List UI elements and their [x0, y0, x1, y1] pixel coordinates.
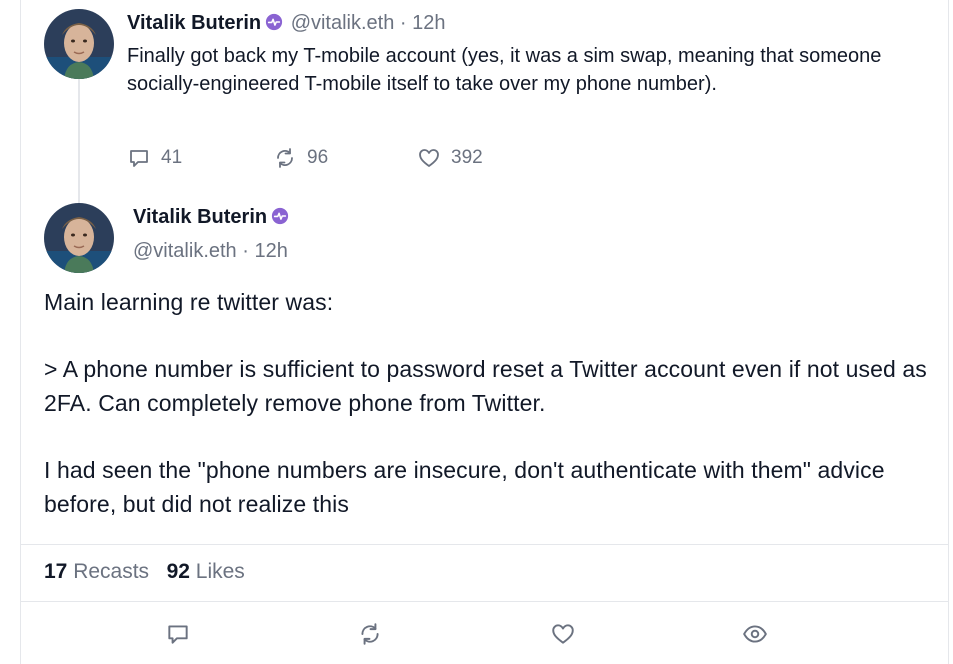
cast-stats: 17 Recasts 92 Likes: [44, 560, 245, 584]
eye-icon: [743, 625, 767, 643]
cast-paragraph: I had seen the "phone numbers are insecu…: [44, 457, 885, 517]
like-button[interactable]: [550, 621, 576, 647]
author-handle[interactable]: @vitalik.eth: [133, 240, 237, 262]
avatar[interactable]: [44, 203, 114, 273]
reply-icon: [130, 150, 148, 167]
divider: [21, 544, 948, 545]
recast-count: 96: [307, 147, 329, 168]
main-cast-text[interactable]: Main learning re twitter was: > A phone …: [44, 285, 944, 521]
heart-icon: [419, 149, 439, 167]
timestamp[interactable]: 12h: [254, 240, 287, 262]
recasts-label: Recasts: [73, 560, 150, 583]
reply-icon: [168, 625, 188, 644]
cast-paragraph: > A phone number is sufficient to passwo…: [44, 356, 927, 416]
separator: ·: [242, 240, 249, 262]
parent-author-line: Vitalik Buterin @vitalik.eth · 12h: [127, 12, 446, 35]
likes-count: 92: [166, 560, 190, 583]
likes-label: Likes: [195, 560, 245, 583]
timestamp[interactable]: 12h: [412, 12, 445, 34]
reply-count: 41: [161, 147, 183, 168]
recast-icon: [361, 623, 379, 645]
author-name[interactable]: Vitalik Buterin: [133, 206, 267, 228]
recasts-stat[interactable]: 17 Recasts: [44, 560, 149, 583]
author-handle[interactable]: @vitalik.eth: [291, 12, 395, 34]
heart-icon: [552, 624, 574, 644]
watch-button[interactable]: [742, 621, 768, 647]
recast-button[interactable]: [357, 621, 383, 647]
reply-button[interactable]: [165, 621, 191, 647]
verified-badge-icon: [265, 13, 283, 31]
reply-button[interactable]: 41: [127, 146, 182, 170]
like-count: 392: [451, 147, 483, 168]
recast-icon: [277, 148, 293, 168]
like-button[interactable]: 392: [417, 146, 483, 170]
author-name[interactable]: Vitalik Buterin: [127, 12, 261, 34]
main-author-handle-line: @vitalik.eth · 12h: [133, 240, 288, 263]
cast-paragraph: Main learning re twitter was:: [44, 289, 334, 315]
divider: [21, 601, 948, 602]
thread-connector: [78, 78, 80, 203]
separator: ·: [399, 12, 407, 34]
parent-cast-text[interactable]: Finally got back my T-mobile account (ye…: [127, 42, 927, 98]
main-author-name-line: Vitalik Buterin: [133, 206, 291, 229]
verified-badge-icon: [271, 207, 289, 225]
recast-button[interactable]: 96: [273, 146, 328, 170]
avatar[interactable]: [44, 9, 114, 79]
likes-stat[interactable]: 92 Likes: [167, 560, 245, 583]
recasts-count: 17: [44, 560, 68, 583]
